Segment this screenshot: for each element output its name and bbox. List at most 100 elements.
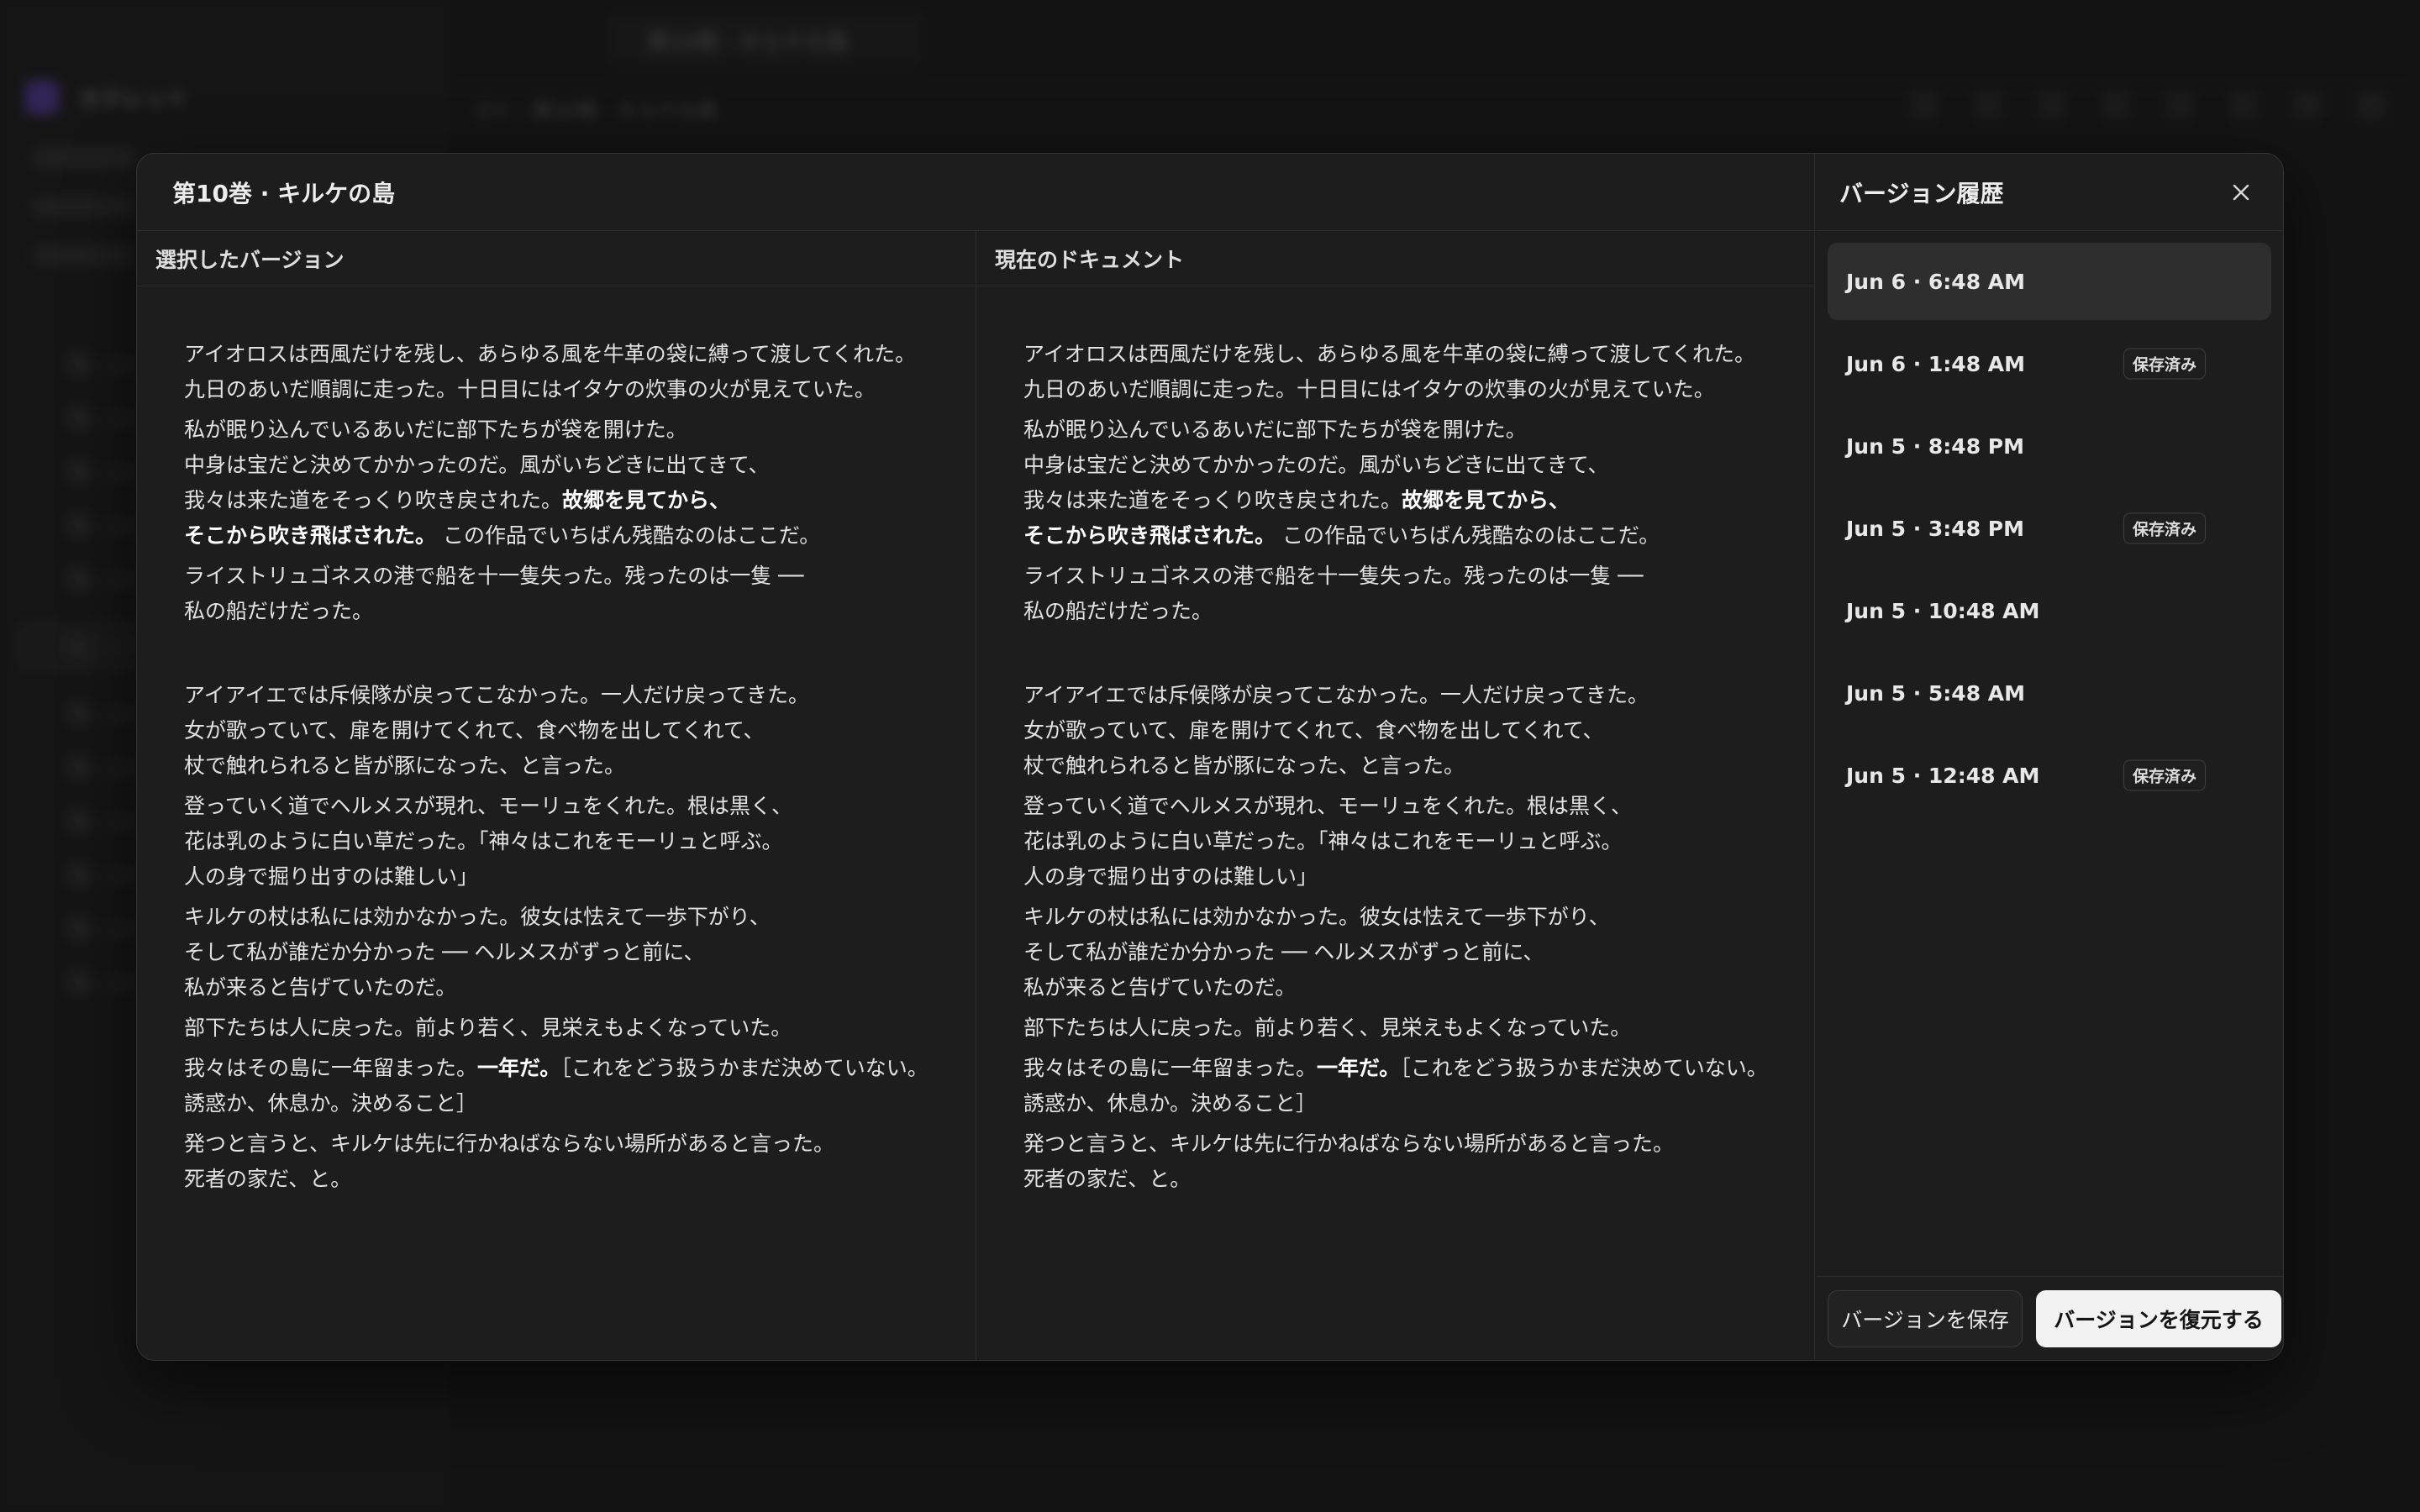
bold-text: そこから吹き飛ばされた。 [1023,523,1276,548]
text-run: ［これをどう扱うかまだ決めていない。 [560,1056,929,1080]
text-line: 発つと言うと、キルケは先に行かねばならない場所があると言った。 [184,1131,835,1156]
text-line: 私が眠り込んでいるあいだに部下たちが袋を開けた。 [1023,417,1527,442]
version-list: Jun 6 · 6:48 AM Jun 6 · 1:48 AM 保存済み Jun… [1816,231,2283,814]
text-line: 中身は宝だと決めてかかったのだ。風がいちどきに出てきて、 [184,453,770,477]
text-line: 花は乳のように白い草だった。「神々はこれをモーリュと呼ぶ。 [184,829,783,853]
current-document-column: 現在のドキュメント アイオロスは西風だけを残し、あらゆる風を牛革の袋に縛って渡し… [976,231,1814,1360]
text-line: アイオロスは西風だけを残し、あらゆる風を牛革の袋に縛って渡してくれた。 [1023,342,1756,366]
version-time: Jun 5 · 3:48 PM [1846,516,2024,541]
text-line: 人の身で掘り出すのは難しい」 [184,864,479,889]
bold-text: 一年だ。 [1317,1056,1401,1080]
version-history-header: バージョン履歴 [1816,154,2283,231]
text-line: 私が眠り込んでいるあいだに部下たちが袋を開けた。 [184,417,687,442]
close-icon [2233,184,2249,200]
paragraph: 我々はその島に一年留まった。一年だ。［これをどう扱うかまだ決めていない。 誘惑か… [184,1051,976,1121]
paragraph: アイオロスは西風だけを残し、あらゆる風を牛革の袋に縛って渡してくれた。 九日のあ… [184,337,976,407]
bold-text: 一年だ。 [477,1056,561,1080]
version-history-panel: バージョン履歴 Jun 6 · 6:48 AM Jun 6 · 1:48 AM … [1816,154,2283,1360]
paragraph: キルケの杖は私には効かなかった。彼女は怯えて一歩下がり、 そして私が誰だか分かっ… [184,900,976,1005]
text-line: 私が来ると告げていたのだ。 [184,975,457,1000]
version-item[interactable]: Jun 5 · 8:48 PM [1828,407,2271,485]
text-line: 私が来ると告げていたのだ。 [1023,975,1297,1000]
text-line: アイアイエでは斥候隊が戻ってこなかった。一人だけ戻ってきた。 [184,683,810,707]
version-time: Jun 5 · 8:48 PM [1846,433,2024,459]
version-time: Jun 5 · 5:48 AM [1846,680,2026,706]
paragraph: アイオロスは西風だけを残し、あらゆる風を牛革の袋に縛って渡してくれた。 九日のあ… [1023,337,1814,407]
text-line: 杖で触れられると皆が豚になった、と言った。 [184,753,626,778]
text-line: 部下たちは人に戻った。前より若く、見栄えもよくなっていた。 [184,1016,792,1040]
text-line: アイアイエでは斥候隊が戻ってこなかった。一人だけ戻ってきた。 [1023,683,1649,707]
text-run: 我々はその島に一年留まった。 [184,1056,478,1080]
dialog-document-title: 第10巻 · キルケの島 [137,154,1814,231]
version-actions: バージョンを保存 バージョンを復元する [1816,1276,2283,1360]
version-item[interactable]: Jun 5 · 12:48 AM 保存済み [1828,737,2271,814]
text-line: 女が歌っていて、扉を開けてくれて、食べ物を出してくれて、 [1023,718,1604,743]
selected-version-column: 選択したバージョン アイオロスは西風だけを残し、あらゆる風を牛革の袋に縛って渡し… [137,231,976,1360]
text-line: 我々はその島に一年留まった。一年だ。［これをどう扱うかまだ決めていない。 [1023,1051,1814,1086]
bold-text: そこから吹き飛ばされた。 [184,523,437,548]
text-line: 死者の家だ、と。 [1023,1167,1192,1191]
text-line: 人の身で掘り出すのは難しい」 [1023,864,1318,889]
paragraph: 発つと言うと、キルケは先に行かねばならない場所があると言った。 死者の家だ、と。 [184,1126,976,1197]
bold-text: 故郷を見てから、 [1402,488,1570,512]
bold-text: 故郷を見てから、 [562,488,731,512]
text-line: 我々は来た道をそっくり吹き戻された。故郷を見てから、 [1023,483,1814,518]
text-line: 登っていく道でヘルメスが現れ、モーリュをくれた。根は黒く、 [184,794,793,818]
version-item[interactable]: Jun 5 · 3:48 PM 保存済み [1828,490,2271,567]
saved-badge: 保存済み [2123,759,2207,791]
compare-columns: 選択したバージョン アイオロスは西風だけを残し、あらゆる風を牛革の袋に縛って渡し… [137,231,1814,1360]
text-line: 女が歌っていて、扉を開けてくれて、食べ物を出してくれて、 [184,718,765,743]
version-item[interactable]: Jun 5 · 5:48 AM [1828,654,2271,732]
version-history-title: バージョン履歴 [1839,179,2004,207]
text-run: 我々はその島に一年留まった。 [1023,1056,1318,1080]
paragraph: 我々はその島に一年留まった。一年だ。［これをどう扱うかまだ決めていない。 誘惑か… [1023,1051,1814,1121]
paragraph: ライストリュゴネスの港で船を十一隻失った。残ったのは一隻 ── 私の船だけだった… [1023,559,1814,629]
current-document-header: 現在のドキュメント [976,231,1814,286]
save-version-button[interactable]: バージョンを保存 [1828,1289,2023,1347]
paragraph: 私が眠り込んでいるあいだに部下たちが袋を開けた。 中身は宝だと決めてかかったのだ… [1023,412,1814,554]
text-line: 九日のあいだ順調に走った。十日目にはイタケの炊事の火が見えていた。 [184,377,876,402]
restore-version-button[interactable]: バージョンを復元する [2036,1289,2281,1347]
paragraph: 部下たちは人に戻った。前より若く、見栄えもよくなっていた。 [1023,1011,1814,1046]
paragraph: アイアイエでは斥候隊が戻ってこなかった。一人だけ戻ってきた。 女が歌っていて、扉… [184,678,976,784]
version-item[interactable]: Jun 6 · 1:48 AM 保存済み [1828,325,2271,402]
text-line: キルケの杖は私には効かなかった。彼女は怯えて一歩下がり、 [1023,905,1610,929]
paragraph: 発つと言うと、キルケは先に行かねばならない場所があると言った。 死者の家だ、と。 [1023,1126,1814,1197]
text-line: 発つと言うと、キルケは先に行かねばならない場所があると言った。 [1023,1131,1675,1156]
text-run: この作品でいちばん残酷なのはここだ。 [1276,523,1660,548]
text-line: キルケの杖は私には効かなかった。彼女は怯えて一歩下がり、 [184,905,771,929]
paragraph: 部下たちは人に戻った。前より若く、見栄えもよくなっていた。 [184,1011,976,1046]
text-line: 誘惑か、休息か。決めること］ [184,1091,478,1116]
text-line: そこから吹き飛ばされた。 この作品でいちばん残酷なのはここだ。 [184,518,976,554]
saved-badge: 保存済み [2123,512,2207,544]
version-time: Jun 5 · 10:48 AM [1846,598,2040,623]
paragraph: 登っていく道でヘルメスが現れ、モーリュをくれた。根は黒く、 花は乳のように白い草… [184,789,976,895]
version-history-dialog: 第10巻 · キルケの島 選択したバージョン アイオロスは西風だけを残し、あらゆ… [136,153,2284,1361]
paragraph: キルケの杖は私には効かなかった。彼女は怯えて一歩下がり、 そして私が誰だか分かっ… [1023,900,1814,1005]
paragraph: ライストリュゴネスの港で船を十一隻失った。残ったのは一隻 ── 私の船だけだった… [184,559,976,629]
text-run: ［これをどう扱うかまだ決めていない。 [1400,1056,1768,1080]
close-button[interactable] [2224,176,2258,209]
text-line: 死者の家だ、と。 [184,1167,352,1191]
text-line: 私の船だけだった。 [184,599,374,623]
text-line: そこから吹き飛ばされた。 この作品でいちばん残酷なのはここだ。 [1023,518,1814,554]
text-line: 花は乳のように白い草だった。「神々はこれをモーリュと呼ぶ。 [1023,829,1623,853]
text-line: そして私が誰だか分かった ── ヘルメスがずっと前に、 [184,940,705,964]
text-line: 九日のあいだ順調に走った。十日目にはイタケの炊事の火が見えていた。 [1023,377,1715,402]
text-line: 部下たちは人に戻った。前より若く、見栄えもよくなっていた。 [1023,1016,1632,1040]
version-item[interactable]: Jun 5 · 10:48 AM [1828,572,2271,649]
text-line: そして私が誰だか分かった ── ヘルメスがずっと前に、 [1023,940,1544,964]
text-run: 我々は来た道をそっくり吹き戻された。 [1023,488,1402,512]
version-item-selected[interactable]: Jun 6 · 6:48 AM [1828,243,2271,320]
saved-badge: 保存済み [2123,348,2207,380]
text-line: 中身は宝だと決めてかかったのだ。風がいちどきに出てきて、 [1023,453,1609,477]
selected-version-content: アイオロスは西風だけを残し、あらゆる風を牛革の袋に縛って渡してくれた。 九日のあ… [137,286,976,1197]
version-time: Jun 6 · 6:48 AM [1846,269,2026,294]
text-line: ライストリュゴネスの港で船を十一隻失った。残ったのは一隻 ── [1023,564,1644,588]
text-line: アイオロスは西風だけを残し、あらゆる風を牛革の袋に縛って渡してくれた。 [184,342,917,366]
version-time: Jun 6 · 1:48 AM [1846,351,2026,376]
paragraph: 登っていく道でヘルメスが現れ、モーリュをくれた。根は黒く、 花は乳のように白い草… [1023,789,1814,895]
version-time: Jun 5 · 12:48 AM [1846,763,2040,788]
text-line: 私の船だけだった。 [1023,599,1213,623]
text-run: 我々は来た道をそっくり吹き戻された。 [184,488,563,512]
